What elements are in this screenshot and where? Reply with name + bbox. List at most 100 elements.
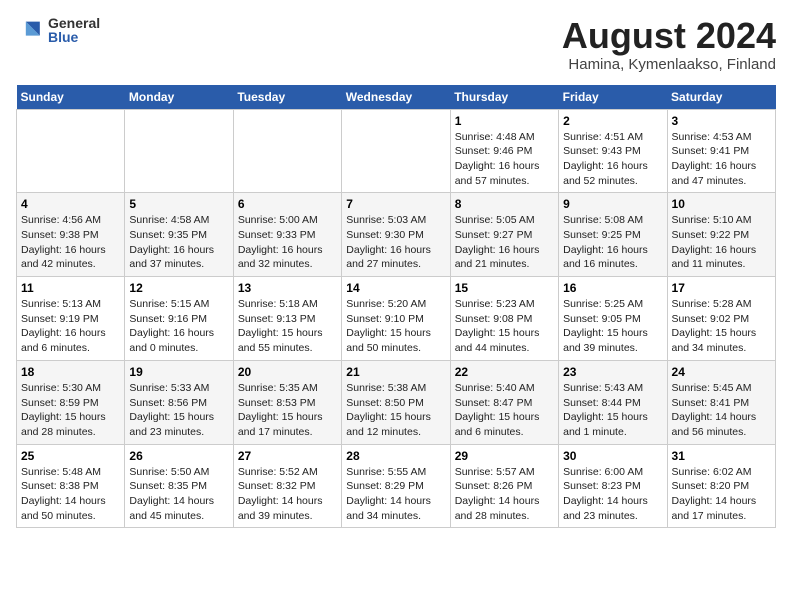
week-row-1: 1Sunrise: 4:48 AM Sunset: 9:46 PM Daylig… [17,109,776,193]
day-number: 2 [563,114,662,128]
page-header: General Blue August 2024 Hamina, Kymenla… [16,16,776,73]
weekday-header-thursday: Thursday [450,85,558,110]
calendar-cell [233,109,341,193]
calendar-cell: 21 Sunrise: 5:38 AM Sunset: 8:50 PM Dayli… [342,360,450,444]
day-number: 19 [129,365,228,379]
weekday-header-friday: Friday [559,85,667,110]
day-number: 28 [346,449,445,463]
title-block: August 2024 Hamina, Kymenlaakso, Finland [562,16,776,73]
day-info: Sunrise: 5:38 AM Sunset: 8:50 PM Dayligh… [346,381,445,440]
day-number: 16 [563,281,662,295]
calendar-cell: 20 Sunrise: 5:35 AM Sunset: 8:53 PM Dayli… [233,360,341,444]
calendar-cell: 8 Sunrise: 5:05 AM Sunset: 9:27 PM Daylig… [450,193,558,277]
calendar-cell: 26Sunrise: 5:50 AM Sunset: 8:35 PM Dayli… [125,444,233,528]
calendar-cell: 1Sunrise: 4:48 AM Sunset: 9:46 PM Daylig… [450,109,558,193]
day-number: 7 [346,197,445,211]
day-number: 1 [455,114,554,128]
day-number: 29 [455,449,554,463]
weekday-header-monday: Monday [125,85,233,110]
day-number: 24 [672,365,771,379]
day-info: Sunrise: 5:33 AM Sunset: 8:56 PM Dayligh… [129,381,228,440]
day-info: Sunrise: 5:08 AM Sunset: 9:25 PM Dayligh… [563,213,662,272]
calendar-cell: 9 Sunrise: 5:08 AM Sunset: 9:25 PM Daylig… [559,193,667,277]
day-number: 12 [129,281,228,295]
calendar-body: 1Sunrise: 4:48 AM Sunset: 9:46 PM Daylig… [17,109,776,528]
day-number: 6 [238,197,337,211]
calendar-cell: 15 Sunrise: 5:23 AM Sunset: 9:08 PM Dayli… [450,277,558,361]
day-info: Sunrise: 5:23 AM Sunset: 9:08 PM Dayligh… [455,297,554,356]
day-info: Sunrise: 5:28 AM Sunset: 9:02 PM Dayligh… [672,297,771,356]
day-number: 14 [346,281,445,295]
calendar-cell: 16 Sunrise: 5:25 AM Sunset: 9:05 PM Dayli… [559,277,667,361]
calendar-cell [17,109,125,193]
calendar-cell: 25 Sunrise: 5:48 AM Sunset: 8:38 PM Dayli… [17,444,125,528]
calendar-cell: 17Sunrise: 5:28 AM Sunset: 9:02 PM Dayli… [667,277,775,361]
day-number: 27 [238,449,337,463]
day-info: Sunrise: 5:15 AM Sunset: 9:16 PM Dayligh… [129,297,228,356]
calendar-cell [342,109,450,193]
day-info: Sunrise: 4:58 AM Sunset: 9:35 PM Dayligh… [129,213,228,272]
calendar-cell: 28Sunrise: 5:55 AM Sunset: 8:29 PM Dayli… [342,444,450,528]
calendar-table: SundayMondayTuesdayWednesdayThursdayFrid… [16,85,776,529]
weekday-header-saturday: Saturday [667,85,775,110]
day-number: 20 [238,365,337,379]
week-row-3: 11 Sunrise: 5:13 AM Sunset: 9:19 PM Dayli… [17,277,776,361]
calendar-cell: 18Sunrise: 5:30 AM Sunset: 8:59 PM Dayli… [17,360,125,444]
calendar-cell: 27 Sunrise: 5:52 AM Sunset: 8:32 PM Dayli… [233,444,341,528]
day-info: Sunrise: 5:52 AM Sunset: 8:32 PM Dayligh… [238,465,337,524]
calendar-cell: 12 Sunrise: 5:15 AM Sunset: 9:16 PM Dayli… [125,277,233,361]
week-row-2: 4Sunrise: 4:56 AM Sunset: 9:38 PM Daylig… [17,193,776,277]
calendar-cell: 23 Sunrise: 5:43 AM Sunset: 8:44 PM Dayli… [559,360,667,444]
day-info: Sunrise: 5:48 AM Sunset: 8:38 PM Dayligh… [21,465,120,524]
calendar-cell: 19 Sunrise: 5:33 AM Sunset: 8:56 PM Dayli… [125,360,233,444]
week-row-5: 25 Sunrise: 5:48 AM Sunset: 8:38 PM Dayli… [17,444,776,528]
calendar-cell: 13 Sunrise: 5:18 AM Sunset: 9:13 PM Dayli… [233,277,341,361]
calendar-cell: 11 Sunrise: 5:13 AM Sunset: 9:19 PM Dayli… [17,277,125,361]
calendar-cell: 30Sunrise: 6:00 AM Sunset: 8:23 PM Dayli… [559,444,667,528]
day-info: Sunrise: 5:00 AM Sunset: 9:33 PM Dayligh… [238,213,337,272]
day-number: 31 [672,449,771,463]
logo: General Blue [16,16,100,44]
day-info: Sunrise: 5:10 AM Sunset: 9:22 PM Dayligh… [672,213,771,272]
day-number: 15 [455,281,554,295]
calendar-cell: 29Sunrise: 5:57 AM Sunset: 8:26 PM Dayli… [450,444,558,528]
calendar-cell: 2 Sunrise: 4:51 AM Sunset: 9:43 PM Daylig… [559,109,667,193]
calendar-cell: 4Sunrise: 4:56 AM Sunset: 9:38 PM Daylig… [17,193,125,277]
calendar-cell: 24Sunrise: 5:45 AM Sunset: 8:41 PM Dayli… [667,360,775,444]
day-info: Sunrise: 4:51 AM Sunset: 9:43 PM Dayligh… [563,130,662,189]
calendar-cell: 14Sunrise: 5:20 AM Sunset: 9:10 PM Dayli… [342,277,450,361]
day-info: Sunrise: 5:43 AM Sunset: 8:44 PM Dayligh… [563,381,662,440]
calendar-cell: 3Sunrise: 4:53 AM Sunset: 9:41 PM Daylig… [667,109,775,193]
calendar-title: August 2024 [562,16,776,56]
day-number: 23 [563,365,662,379]
weekday-header-tuesday: Tuesday [233,85,341,110]
calendar-cell: 10Sunrise: 5:10 AM Sunset: 9:22 PM Dayli… [667,193,775,277]
day-info: Sunrise: 6:00 AM Sunset: 8:23 PM Dayligh… [563,465,662,524]
day-number: 11 [21,281,120,295]
calendar-cell: 5Sunrise: 4:58 AM Sunset: 9:35 PM Daylig… [125,193,233,277]
logo-general-text: General [48,16,100,30]
day-number: 8 [455,197,554,211]
day-number: 13 [238,281,337,295]
day-number: 25 [21,449,120,463]
calendar-subtitle: Hamina, Kymenlaakso, Finland [562,56,776,73]
calendar-cell: 31Sunrise: 6:02 AM Sunset: 8:20 PM Dayli… [667,444,775,528]
week-row-4: 18Sunrise: 5:30 AM Sunset: 8:59 PM Dayli… [17,360,776,444]
calendar-cell: 22Sunrise: 5:40 AM Sunset: 8:47 PM Dayli… [450,360,558,444]
day-info: Sunrise: 5:03 AM Sunset: 9:30 PM Dayligh… [346,213,445,272]
day-info: Sunrise: 5:05 AM Sunset: 9:27 PM Dayligh… [455,213,554,272]
logo-text: General Blue [48,16,100,44]
day-number: 9 [563,197,662,211]
calendar-header: SundayMondayTuesdayWednesdayThursdayFrid… [17,85,776,110]
calendar-cell: 7 Sunrise: 5:03 AM Sunset: 9:30 PM Daylig… [342,193,450,277]
day-info: Sunrise: 5:25 AM Sunset: 9:05 PM Dayligh… [563,297,662,356]
day-info: Sunrise: 5:18 AM Sunset: 9:13 PM Dayligh… [238,297,337,356]
weekday-header-sunday: Sunday [17,85,125,110]
weekday-header-row: SundayMondayTuesdayWednesdayThursdayFrid… [17,85,776,110]
day-info: Sunrise: 5:50 AM Sunset: 8:35 PM Dayligh… [129,465,228,524]
day-info: Sunrise: 5:35 AM Sunset: 8:53 PM Dayligh… [238,381,337,440]
day-number: 21 [346,365,445,379]
day-number: 4 [21,197,120,211]
day-info: Sunrise: 5:13 AM Sunset: 9:19 PM Dayligh… [21,297,120,356]
day-info: Sunrise: 5:40 AM Sunset: 8:47 PM Dayligh… [455,381,554,440]
